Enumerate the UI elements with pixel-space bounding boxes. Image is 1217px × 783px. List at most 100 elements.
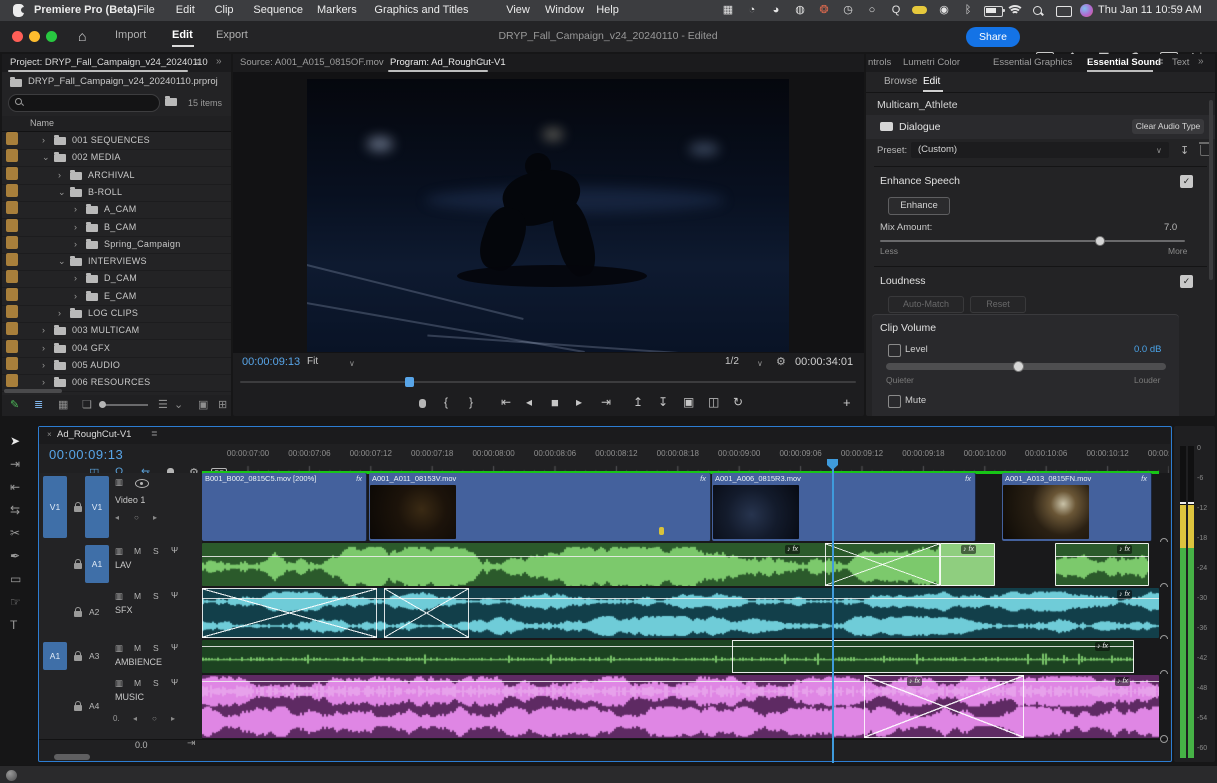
list-view-button[interactable]: ≣ xyxy=(34,398,43,411)
menubar-item-window[interactable]: Window xyxy=(545,4,584,16)
level-knob[interactable] xyxy=(1012,361,1024,372)
minimize-window-button[interactable] xyxy=(29,31,40,42)
track-name[interactable]: LAV xyxy=(115,560,131,570)
export-frame-button[interactable]: ▣ xyxy=(683,395,694,409)
low-battery-icon[interactable] xyxy=(912,6,927,14)
tree-chevron-icon[interactable]: › xyxy=(74,239,77,249)
clip-badges[interactable]: ♪ fx xyxy=(1117,545,1132,554)
tree-chevron-icon[interactable]: › xyxy=(74,273,77,283)
go-to-in-button[interactable]: ⇤ xyxy=(501,395,511,409)
tree-chevron-icon[interactable]: › xyxy=(42,343,45,353)
rolling-edit-tool[interactable]: ⇆ xyxy=(10,503,20,517)
mute-button[interactable]: M xyxy=(134,546,141,556)
toggle-track-output-eye-icon[interactable] xyxy=(135,479,149,488)
mute-button[interactable]: M xyxy=(134,591,141,601)
save-preset-icon[interactable]: ↧ xyxy=(1180,144,1189,157)
status-orb-icon[interactable] xyxy=(6,770,17,781)
cloud-storage-icon[interactable]: ◍ xyxy=(792,3,808,17)
track-select-forward-tool[interactable]: ⇥ xyxy=(10,457,20,471)
type-tool[interactable]: T xyxy=(10,618,17,632)
tree-chevron-icon[interactable]: › xyxy=(42,377,45,387)
tree-chevron-icon[interactable]: ⌄ xyxy=(58,256,66,267)
sequence-tab[interactable]: Ad_RoughCut-V1 xyxy=(57,429,131,440)
voiceover-mic-icon[interactable]: Ψ xyxy=(171,590,178,600)
notes-icon[interactable]: ▦ xyxy=(720,3,736,17)
extract-button[interactable]: ↧ xyxy=(658,395,668,409)
panel-tab-essential-sound[interactable]: Essential Sound xyxy=(1087,57,1161,68)
volume-rubber-band[interactable] xyxy=(940,555,995,557)
track-meter-icon[interactable]: ▥ xyxy=(115,678,123,689)
panel-overflow-icon[interactable]: » xyxy=(1198,56,1204,67)
auto-match-button[interactable]: Auto-Match xyxy=(888,296,964,313)
screen-record-icon[interactable]: ◉ xyxy=(936,3,952,17)
panel-menu-icon[interactable]: ≣ xyxy=(1157,57,1164,66)
clip-selection-box[interactable] xyxy=(732,640,1134,673)
hand-tool[interactable]: ☞ xyxy=(10,595,21,609)
source-patch[interactable]: V1 xyxy=(43,476,67,538)
bluetooth-icon[interactable]: ᛒ xyxy=(960,3,976,17)
close-window-button[interactable] xyxy=(12,31,23,42)
track-header-v1[interactable]: V1 V1 ▥ Video 1 ◂ ○ ▸ xyxy=(39,473,203,542)
tree-item[interactable]: › 005 AUDIO xyxy=(2,356,231,375)
tree-item[interactable]: › 004 GFX xyxy=(2,339,231,358)
crossfade-box[interactable] xyxy=(864,675,1024,738)
wifi-icon[interactable] xyxy=(1006,5,1024,15)
step-back-button[interactable]: ◂ xyxy=(526,395,532,409)
tree-chevron-icon[interactable]: › xyxy=(42,135,45,145)
track-header-a4[interactable]: A4 ▥ M S Ψ MUSIC 0. ◂ ○ ▸ xyxy=(39,674,203,739)
menubar-item-markers[interactable]: Markers xyxy=(317,4,357,16)
solo-button[interactable]: S xyxy=(153,678,159,688)
add-marker-button[interactable] xyxy=(419,399,426,408)
video-clip[interactable]: A001_A011_08153V.mov fx xyxy=(369,473,711,541)
tree-chevron-icon[interactable]: ⌄ xyxy=(58,187,66,198)
panel-tab-text[interactable]: Text xyxy=(1172,57,1189,68)
crossfade-box[interactable] xyxy=(825,543,940,586)
tree-chevron-icon[interactable]: › xyxy=(58,308,61,318)
mute-button[interactable]: M xyxy=(134,678,141,688)
writable-pencil-icon[interactable]: ✎ xyxy=(10,398,19,411)
clear-audio-type-button[interactable]: Clear Audio Type xyxy=(1132,119,1204,134)
lock-icon[interactable] xyxy=(74,607,82,617)
level-slider[interactable] xyxy=(886,363,1166,370)
apple-menu-icon[interactable] xyxy=(13,4,27,17)
subtab-edit[interactable]: Edit xyxy=(923,76,940,87)
track-patch[interactable]: A1 xyxy=(85,545,109,583)
razor-tool[interactable]: ✂ xyxy=(10,526,20,540)
settings-wrench-icon[interactable]: ⚙ xyxy=(776,355,786,368)
fx-badge-icon[interactable]: fx xyxy=(700,474,706,483)
step-forward-button[interactable]: ▸ xyxy=(576,395,582,409)
panel-menu-icon[interactable]: ≣ xyxy=(195,57,202,66)
menubar-item-graphics-and-titles[interactable]: Graphics and Titles xyxy=(374,4,468,16)
crossfade-box[interactable] xyxy=(202,588,377,638)
rectangle-tool[interactable]: ▭ xyxy=(10,572,21,586)
solo-button[interactable]: S xyxy=(153,643,159,653)
voiceover-mic-icon[interactable]: Ψ xyxy=(171,677,178,687)
source-patch[interactable]: A1 xyxy=(43,642,67,670)
battery-icon[interactable] xyxy=(984,6,1005,17)
program-scrubber[interactable] xyxy=(240,381,856,383)
spotlight-icon[interactable] xyxy=(1032,5,1044,17)
tree-chevron-icon[interactable]: ⌄ xyxy=(42,152,50,163)
clip-badges[interactable]: ♪ fx xyxy=(907,677,922,686)
tree-item[interactable]: › 003 MULTICAM xyxy=(2,322,231,341)
zoom-window-button[interactable] xyxy=(46,31,57,42)
fx-badge-icon[interactable]: fx xyxy=(1141,474,1147,483)
pen-tool[interactable]: ✒ xyxy=(10,549,20,563)
tree-item[interactable]: › D_CAM xyxy=(2,270,231,289)
track-meter-icon[interactable]: ▥ xyxy=(115,643,123,654)
playhead-line[interactable] xyxy=(832,463,834,763)
voiceover-mic-icon[interactable]: Ψ xyxy=(171,642,178,652)
menubar-clock[interactable]: Thu Jan 11 10:59 AM xyxy=(1098,4,1202,16)
tree-item[interactable]: › Spring_Campaign xyxy=(2,235,231,254)
tree-item[interactable]: › A_CAM xyxy=(2,201,231,220)
sort-chevron-icon[interactable]: ⌄ xyxy=(174,398,183,411)
clip-badges[interactable]: ♪ fx xyxy=(1095,642,1110,651)
track-header-a2[interactable]: A2 ▥ M S Ψ SFX xyxy=(39,587,203,639)
sort-icon[interactable]: ☰ xyxy=(158,398,168,411)
program-current-timecode[interactable]: 00:00:09:13 xyxy=(242,356,300,368)
enhance-button[interactable]: Enhance xyxy=(888,197,950,215)
icon-view-button[interactable]: ▦ xyxy=(58,398,68,411)
tree-item[interactable]: › ARCHIVAL xyxy=(2,166,231,185)
comparison-view-button[interactable]: ◫ xyxy=(708,395,719,409)
audio-clip-lav[interactable] xyxy=(1055,543,1149,586)
